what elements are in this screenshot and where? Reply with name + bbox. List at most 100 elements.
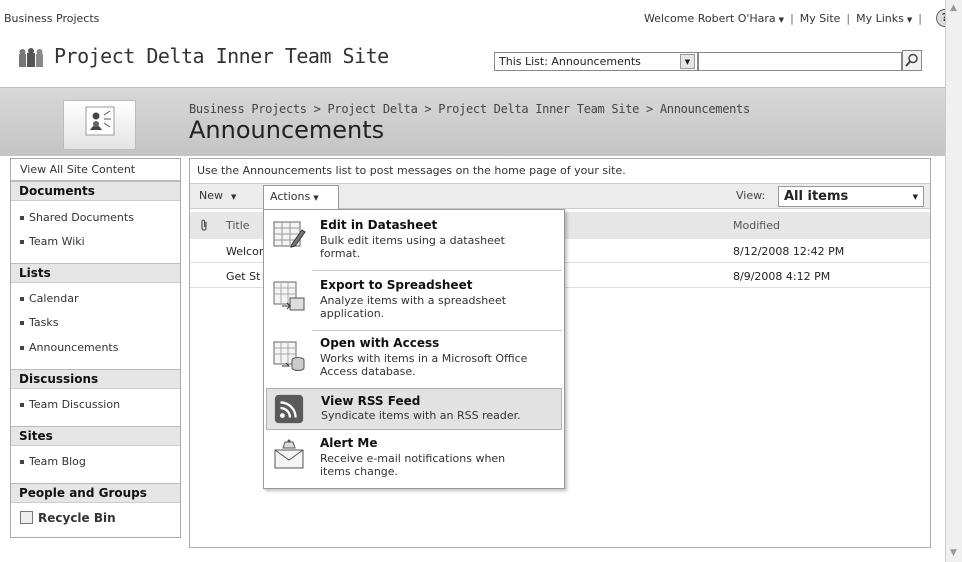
bullet — [20, 297, 24, 301]
my-site-link[interactable]: My Site — [800, 12, 841, 25]
new-label: New — [199, 189, 223, 202]
menu-item-description: Bulk edit items using a datasheet format. — [320, 234, 556, 260]
page-icon — [63, 100, 136, 150]
menu-item-title: View RSS Feed — [321, 394, 421, 408]
ql-item-label: Team Wiki — [29, 235, 85, 248]
ql-item-calendar[interactable]: Calendar — [11, 288, 180, 310]
view-select[interactable]: All items ▼ — [778, 186, 924, 207]
new-menu-button[interactable]: New ▼ — [199, 189, 236, 202]
chevron-down-icon: ▼ — [313, 194, 319, 202]
access-database-icon — [273, 341, 305, 371]
attachment-icon[interactable] — [200, 219, 209, 234]
ql-item-team-wiki[interactable]: Team Wiki — [11, 231, 180, 253]
chevron-down-icon[interactable]: ▼ — [680, 54, 695, 69]
quick-launch: View All Site Content Documents Shared D… — [10, 158, 181, 538]
alert-envelope-icon — [274, 439, 304, 469]
view-value: All items — [784, 189, 849, 204]
spreadsheet-export-icon — [273, 281, 305, 311]
menu-item-description: Analyze items with a spreadsheet applicat… — [320, 294, 556, 320]
my-links-menu[interactable]: My Links ▼ — [856, 12, 912, 25]
view-label: View: — [736, 189, 766, 202]
actions-label: Actions — [270, 190, 311, 203]
vertical-scrollbar[interactable] — [945, 0, 962, 562]
menu-item-export-to-spreadsheet[interactable]: Export to Spreadsheet Analyze items with… — [266, 272, 562, 330]
search-scope-value: This List: Announcements — [499, 55, 641, 68]
bullet — [20, 216, 24, 220]
welcome-area: Welcome Robert O'Hara ▼ | My Site | My Li… — [644, 9, 954, 27]
row-title-link[interactable]: Get St — [226, 270, 260, 283]
menu-item-title: Open with Access — [320, 336, 440, 350]
menu-item-desc-line: Access database. — [320, 365, 416, 378]
welcome-label: Welcome Robert O'Hara — [643, 11, 776, 25]
menu-item-desc-line: Analyze items with a spreadsheet — [320, 294, 507, 307]
actions-menu-button[interactable]: Actions ▼ — [263, 185, 339, 209]
bullet — [20, 403, 24, 407]
search-input[interactable] — [698, 52, 902, 71]
recycle-bin-icon — [20, 511, 33, 524]
my-links-label: My Links — [856, 11, 904, 25]
ql-item-shared-documents[interactable]: Shared Documents — [11, 207, 180, 229]
ql-item-label: Calendar — [29, 292, 79, 305]
page-title: Announcements — [189, 116, 385, 144]
chevron-down-icon: ▼ — [778, 15, 785, 24]
menu-item-desc-line: application. — [320, 307, 385, 320]
menu-item-title: Export to Spreadsheet — [320, 278, 473, 292]
ql-heading-discussions[interactable]: Discussions — [11, 369, 180, 389]
menu-item-desc-line: Receive e-mail notifications when — [320, 452, 506, 465]
site-crumb-link[interactable]: Business Projects — [4, 12, 99, 25]
bullet — [20, 240, 24, 244]
list-description: Use the Announcements list to post messa… — [197, 164, 626, 177]
column-header-title[interactable]: Title — [226, 219, 250, 232]
recycle-bin-link[interactable]: Recycle Bin — [11, 511, 180, 525]
column-header-modified[interactable]: Modified — [733, 219, 780, 232]
search-button[interactable] — [902, 50, 922, 71]
ql-heading-documents[interactable]: Documents — [11, 181, 180, 201]
ql-item-label: Shared Documents — [29, 211, 134, 224]
row-title-link[interactable]: Welcor — [226, 245, 263, 258]
actions-dropdown-menu: Edit in Datasheet Bulk edit items using … — [263, 209, 565, 489]
menu-item-desc-line: Works with items in a Microsoft Office — [320, 352, 528, 365]
menu-separator — [312, 270, 562, 271]
bullet — [20, 321, 24, 325]
chevron-down-icon: ▼ — [912, 193, 918, 201]
ql-item-label: Team Blog — [29, 455, 86, 468]
ql-item-tasks[interactable]: Tasks — [11, 312, 180, 334]
row-modified: 8/12/2008 12:42 PM — [733, 245, 845, 258]
chevron-down-icon: ▼ — [231, 193, 237, 201]
separator: | — [918, 11, 922, 25]
ql-item-announcements[interactable]: Announcements — [11, 337, 180, 359]
menu-item-desc-line: Bulk edit items using a datasheet — [320, 234, 505, 247]
search-scope-select[interactable]: This List: Announcements ▼ — [494, 52, 698, 71]
welcome-menu[interactable]: Welcome Robert O'Hara ▼ — [644, 12, 784, 25]
ql-item-label: Announcements — [29, 341, 119, 354]
site-title[interactable]: Project Delta Inner Team Site — [54, 44, 389, 68]
announcement-icon — [85, 106, 115, 136]
ql-heading-people-and-groups[interactable]: People and Groups — [11, 483, 180, 503]
menu-item-alert-me[interactable]: Alert Me Receive e-mail notifications wh… — [266, 432, 562, 486]
ql-heading-lists[interactable]: Lists — [11, 263, 180, 283]
ql-heading-sites[interactable]: Sites — [11, 426, 180, 446]
magnifier-icon — [905, 53, 918, 67]
datasheet-icon — [273, 221, 306, 248]
site-logo-icon — [19, 48, 43, 67]
page-header-band — [0, 88, 945, 156]
scroll-up-icon[interactable]: ▲ — [945, 0, 962, 17]
view-all-site-content-link[interactable]: View All Site Content — [11, 159, 180, 181]
menu-item-description: Syndicate items with an RSS reader. — [321, 409, 521, 422]
menu-item-open-with-access[interactable]: Open with Access Works with items in a M… — [266, 332, 562, 388]
menu-item-view-rss-feed[interactable]: View RSS Feed Syndicate items with an RS… — [266, 388, 562, 430]
scroll-down-icon[interactable]: ▼ — [945, 545, 962, 562]
ql-item-team-discussion[interactable]: Team Discussion — [11, 394, 180, 416]
ql-item-label: Team Discussion — [29, 398, 121, 411]
menu-item-desc-line: format. — [320, 247, 361, 260]
menu-item-description: Receive e-mail notifications when items c… — [320, 452, 556, 478]
breadcrumb[interactable]: Business Projects > Project Delta > Proj… — [189, 102, 750, 116]
chevron-down-icon: ▼ — [906, 15, 913, 24]
ql-item-team-blog[interactable]: Team Blog — [11, 451, 180, 473]
bullet — [20, 460, 24, 464]
separator: | — [790, 11, 794, 25]
rss-icon — [274, 394, 304, 424]
menu-item-description: Works with items in a Microsoft Office Ac… — [320, 352, 556, 378]
menu-item-edit-in-datasheet[interactable]: Edit in Datasheet Bulk edit items using … — [266, 212, 562, 268]
recycle-bin-label: Recycle Bin — [38, 511, 116, 525]
